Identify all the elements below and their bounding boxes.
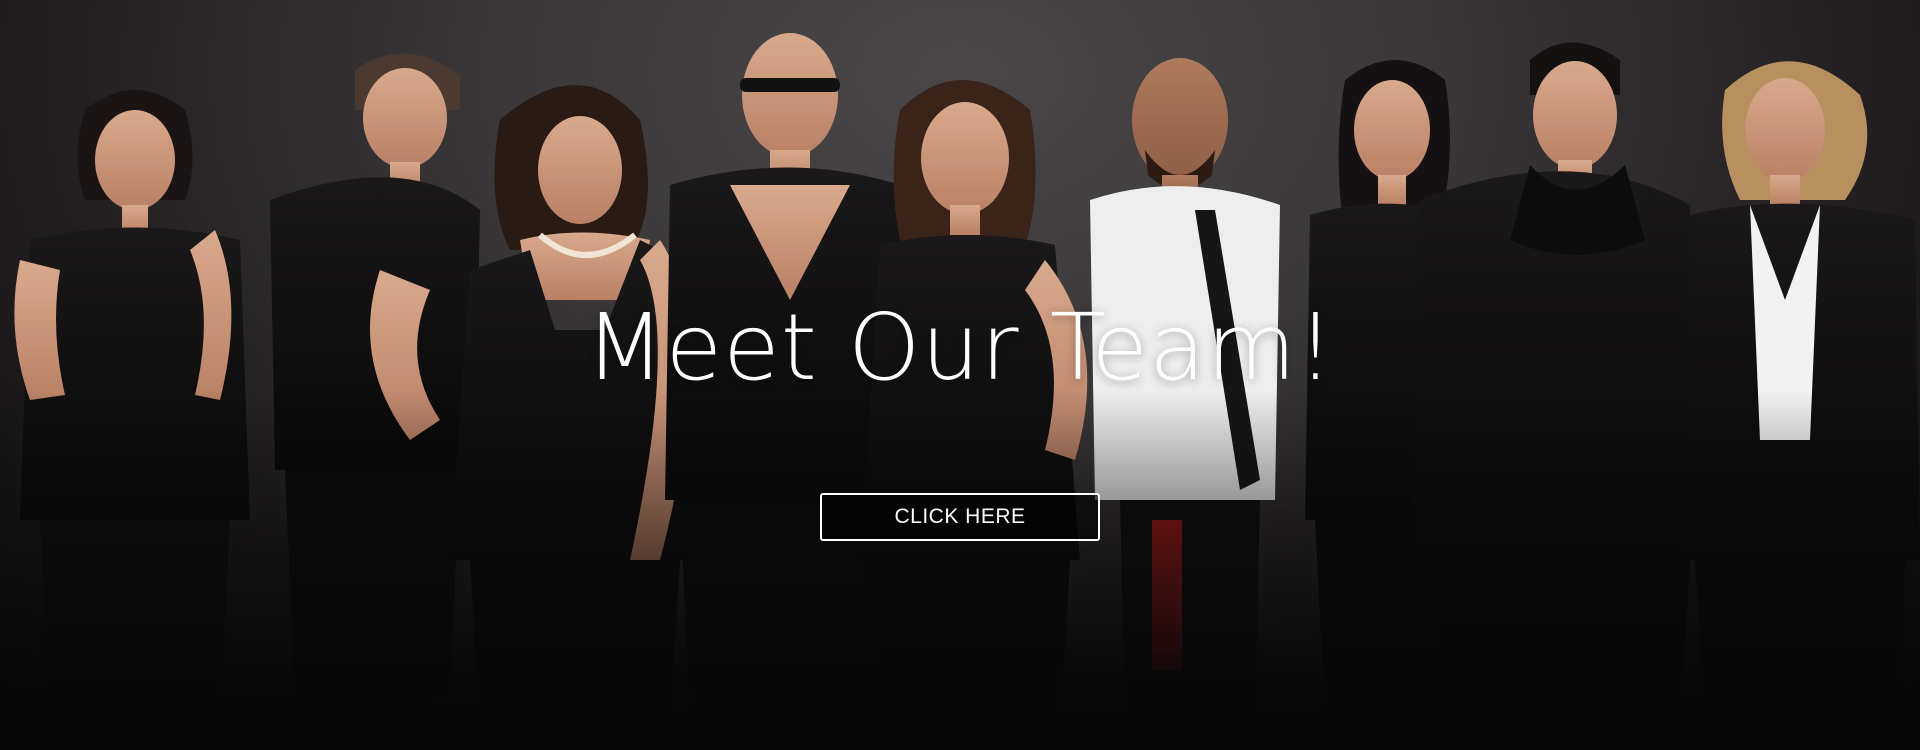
team-hero-banner: Meet Our Team! CLICK HERE [0, 0, 1920, 750]
hero-title: Meet Our Team! [585, 294, 1335, 401]
team-member-9 [1680, 61, 1920, 730]
team-member-1 [14, 90, 250, 720]
team-member-5 [860, 80, 1088, 730]
click-here-button[interactable]: CLICK HERE [820, 493, 1100, 541]
